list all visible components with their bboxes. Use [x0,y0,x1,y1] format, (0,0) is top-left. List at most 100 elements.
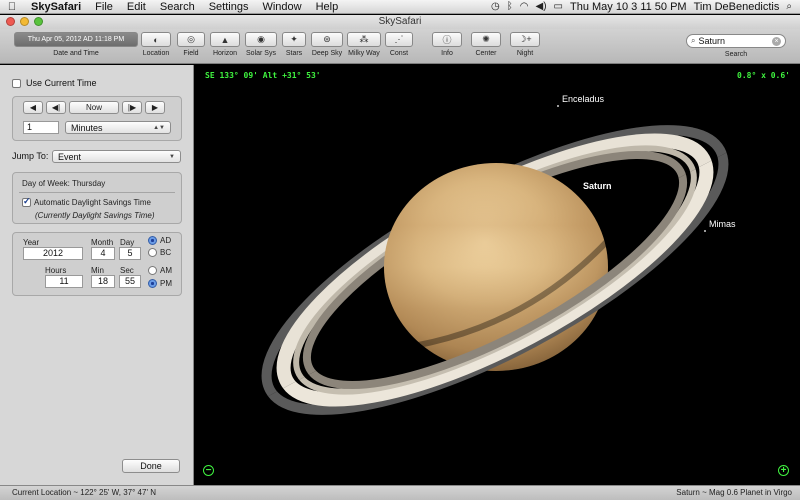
milky-way-label: Milky Way [348,50,380,57]
use-current-time-row[interactable]: Use Current Time [12,78,97,88]
night-label: Night [516,50,534,57]
spotlight-icon[interactable]: ⌕ [786,1,792,12]
menu-edit[interactable]: Edit [120,0,153,14]
step-back-fast-button[interactable]: ◀ [23,101,43,114]
auto-dst-checkbox[interactable] [22,196,31,207]
year-label: Year [23,238,40,247]
menubar-user[interactable]: Tim DeBenedictis [694,1,780,13]
now-button[interactable]: Now [69,101,119,114]
search-input[interactable]: Saturn [698,36,725,46]
night-mode-icon[interactable]: ☽+ [510,32,540,47]
time-machine-icon[interactable]: ◷ [491,1,500,12]
menu-app[interactable]: SkySafari [24,0,88,14]
ad-label: AD [160,236,172,245]
step-forward-fast-button[interactable]: ▶ [145,101,165,114]
horizon-label: Horizon [212,50,238,57]
date-time-button[interactable]: Thu Apr 05, 2012 AD 11:18 PM [14,32,138,47]
menu-file[interactable]: File [88,0,120,14]
toolbar-solar-sys[interactable]: ◉ Solar Sys [245,32,277,57]
am-option[interactable]: AM [148,266,172,275]
toolbar: Thu Apr 05, 2012 AD 11:18 PM Date and Ti… [0,29,800,64]
stars-icon[interactable]: ✦ [282,32,306,47]
volume-icon[interactable]: ◀) [536,1,547,12]
menu-help[interactable]: Help [309,0,346,14]
pm-radio[interactable] [148,279,157,288]
ad-option[interactable]: AD [148,236,171,245]
time-sidebar: Use Current Time ◀ ◀| Now |▶ ▶ 1 Minutes… [0,65,194,485]
status-bar: Current Location ~ 122° 25' W, 37° 47' N… [0,485,800,500]
solar-system-icon[interactable]: ◉ [245,32,277,47]
location-icon[interactable]: ◐ [141,32,171,47]
zoom-window-icon[interactable] [34,17,43,26]
done-button[interactable]: Done [122,459,180,473]
toolbar-date-time[interactable]: Thu Apr 05, 2012 AD 11:18 PM Date and Ti… [14,32,138,57]
pm-option[interactable]: PM [148,279,172,288]
bc-option[interactable]: BC [148,248,171,257]
clear-search-icon[interactable]: × [772,36,781,46]
toolbar-horizon[interactable]: ▲ Horizon [210,32,240,57]
hours-label: Hours [45,266,67,275]
month-field[interactable]: 4 [91,247,115,260]
year-field[interactable]: 2012 [23,247,83,260]
deep-sky-label: Deep Sky [311,50,343,57]
toolbar-stars[interactable]: ✦ Stars [282,32,306,57]
step-forward-button[interactable]: |▶ [122,101,142,114]
toolbar-const[interactable]: ⋰ Const [385,32,413,57]
toolbar-info[interactable]: ⓘ Info [432,32,462,57]
close-window-icon[interactable] [6,17,15,26]
info-icon[interactable]: ⓘ [432,32,462,47]
menu-settings[interactable]: Settings [202,0,256,14]
toolbar-location[interactable]: ◐ Location [141,32,171,57]
enceladus-label[interactable]: Enceladus [562,94,604,104]
field-label: Field [183,50,199,57]
toolbar-center[interactable]: ✺ Center [471,32,501,57]
field-icon[interactable]: ◎ [177,32,205,47]
mimas-label[interactable]: Mimas [709,219,736,229]
date-fields-panel: Year Month Day 2012 4 5 AD BC Hours Min … [12,232,182,296]
zoom-in-icon[interactable]: + [778,465,789,476]
search-field[interactable]: ⌕ Saturn × [686,34,786,48]
time-step-panel: ◀ ◀| Now |▶ ▶ 1 Minutes ▲▼ [12,96,182,141]
menu-window[interactable]: Window [255,0,308,14]
toolbar-night[interactable]: ☽+ Night [510,32,540,57]
jump-to-select[interactable]: Event ▼ [52,150,181,163]
wifi-icon[interactable]: ◠ [520,1,529,12]
menubar-clock[interactable]: Thu May 10 3 11 50 PM [570,1,687,13]
sec-label: Sec [120,266,134,275]
menu-bar:  SkySafari File Edit Search Settings Wi… [0,0,800,14]
deep-sky-icon[interactable]: ⊛ [311,32,343,47]
zoom-out-icon[interactable]: − [203,465,214,476]
bc-radio[interactable] [148,248,157,257]
toolbar-deep-sky[interactable]: ⊛ Deep Sky [311,32,343,57]
use-current-time-checkbox[interactable] [12,78,21,88]
step-unit-select[interactable]: Minutes ▲▼ [65,121,171,134]
minimize-window-icon[interactable] [20,17,29,26]
hours-field[interactable]: 11 [45,275,83,288]
mimas-marker[interactable] [704,230,706,232]
sky-chart[interactable]: SE 133° 09' Alt +31° 53' 0.8° x 0.6' Enc… [195,65,800,485]
const-label: Const [389,50,409,57]
saturn-label[interactable]: Saturn [583,181,612,191]
ad-radio[interactable] [148,236,157,245]
bluetooth-icon[interactable]: ᛒ [507,1,513,12]
toolbar-milky-way[interactable]: ⁂ Milky Way [347,32,381,57]
toolbar-field[interactable]: ◎ Field [177,32,205,57]
enceladus-marker[interactable] [557,105,559,107]
step-back-button[interactable]: ◀| [46,101,66,114]
menu-search[interactable]: Search [153,0,202,14]
center-icon[interactable]: ✺ [471,32,501,47]
auto-dst-row[interactable]: Automatic Daylight Savings Time [22,196,151,207]
dst-note: (Currently Daylight Savings Time) [35,211,155,220]
dst-panel: Day of Week: Thursday Automatic Daylight… [12,172,182,224]
minutes-field[interactable]: 18 [91,275,115,288]
day-field[interactable]: 5 [119,247,141,260]
battery-icon[interactable]: ▭ [554,1,563,12]
milky-way-icon[interactable]: ⁂ [347,32,381,47]
am-radio[interactable] [148,266,157,275]
window-title: SkySafari [378,16,422,27]
seconds-field[interactable]: 55 [119,275,141,288]
step-amount-field[interactable]: 1 [23,121,59,134]
horizon-icon[interactable]: ▲ [210,32,240,47]
constellation-icon[interactable]: ⋰ [385,32,413,47]
apple-menu-icon[interactable]:  [0,1,24,13]
